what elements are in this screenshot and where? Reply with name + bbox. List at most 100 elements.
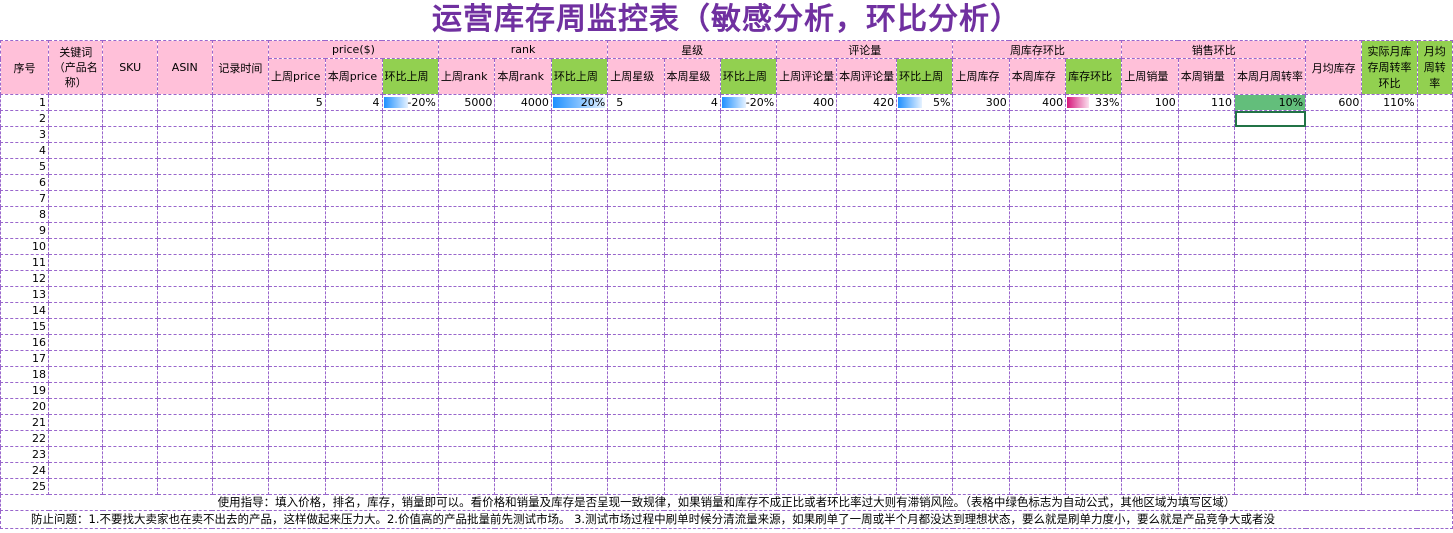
cell[interactable]	[268, 478, 326, 495]
cell[interactable]	[1121, 190, 1179, 207]
cell[interactable]	[494, 334, 552, 351]
cell[interactable]	[1008, 286, 1067, 303]
cell[interactable]	[437, 414, 496, 431]
cell[interactable]	[1121, 238, 1179, 255]
cell[interactable]	[1361, 238, 1418, 255]
cell[interactable]	[494, 286, 552, 303]
cell[interactable]	[1416, 478, 1453, 495]
cell[interactable]	[494, 478, 552, 495]
cell[interactable]	[437, 190, 496, 207]
cell-review-ratio[interactable]: 5%	[896, 94, 954, 111]
cell[interactable]	[1361, 350, 1418, 367]
cell[interactable]	[663, 126, 721, 143]
cell[interactable]	[550, 270, 609, 287]
cell[interactable]	[1008, 414, 1067, 431]
cell[interactable]	[1065, 142, 1123, 159]
cell[interactable]	[896, 142, 954, 159]
header-rank-ratio[interactable]: 环比上周	[550, 58, 609, 95]
cell[interactable]	[952, 350, 1010, 367]
cell[interactable]	[156, 238, 213, 255]
cell[interactable]	[156, 334, 213, 351]
cell[interactable]	[102, 366, 158, 383]
cell[interactable]	[494, 238, 552, 255]
cell[interactable]	[48, 414, 104, 431]
cell[interactable]	[952, 334, 1010, 351]
cell[interactable]	[437, 366, 496, 383]
header-sku[interactable]: SKU	[102, 40, 158, 95]
cell[interactable]	[1416, 366, 1453, 383]
cell[interactable]	[1065, 334, 1123, 351]
cell[interactable]	[324, 430, 383, 447]
cell[interactable]	[607, 366, 665, 383]
cell[interactable]	[1234, 190, 1307, 207]
cell[interactable]	[1177, 382, 1236, 399]
cell[interactable]	[381, 430, 439, 447]
cell[interactable]	[268, 286, 326, 303]
cell[interactable]	[268, 254, 326, 271]
cell[interactable]	[48, 302, 104, 319]
cell[interactable]	[663, 462, 721, 479]
cell[interactable]	[1177, 366, 1236, 383]
cell[interactable]	[1065, 462, 1123, 479]
header-this-star[interactable]: 本周星级	[663, 58, 721, 95]
cell[interactable]	[268, 430, 326, 447]
cell[interactable]	[550, 190, 609, 207]
cell[interactable]	[776, 158, 838, 175]
row-number[interactable]: 8	[0, 206, 50, 223]
cell[interactable]	[324, 190, 383, 207]
cell[interactable]	[324, 462, 383, 479]
cell[interactable]	[1361, 158, 1418, 175]
cell[interactable]	[1416, 302, 1453, 319]
cell[interactable]	[1234, 462, 1307, 479]
cell[interactable]	[324, 254, 383, 271]
cell[interactable]	[1177, 190, 1236, 207]
cell[interactable]	[102, 414, 158, 431]
cell[interactable]	[550, 446, 609, 463]
cell[interactable]	[1008, 110, 1067, 127]
cell[interactable]	[1361, 190, 1418, 207]
cell-this-rank[interactable]: 4000	[494, 94, 552, 111]
row-number[interactable]: 5	[0, 158, 50, 175]
cell[interactable]	[1234, 414, 1307, 431]
cell[interactable]	[952, 302, 1010, 319]
cell[interactable]	[1234, 398, 1307, 415]
cell[interactable]	[776, 222, 838, 239]
cell[interactable]	[550, 174, 609, 191]
cell[interactable]	[48, 126, 104, 143]
cell[interactable]	[381, 174, 439, 191]
cell[interactable]	[663, 302, 721, 319]
cell[interactable]	[1361, 382, 1418, 399]
row-number[interactable]: 20	[0, 398, 50, 415]
cell[interactable]	[268, 414, 326, 431]
cell[interactable]	[1416, 398, 1453, 415]
cell[interactable]	[211, 478, 270, 495]
cell[interactable]	[607, 478, 665, 495]
cell[interactable]	[211, 318, 270, 335]
cell[interactable]	[48, 94, 104, 111]
cell[interactable]	[1177, 270, 1236, 287]
cell[interactable]	[836, 190, 898, 207]
cell[interactable]	[1305, 318, 1363, 335]
cell[interactable]	[836, 478, 898, 495]
cell[interactable]	[437, 478, 496, 495]
cell[interactable]	[952, 270, 1010, 287]
cell[interactable]	[776, 414, 838, 431]
cell[interactable]	[324, 414, 383, 431]
cell[interactable]	[1065, 110, 1123, 127]
cell[interactable]	[1416, 334, 1453, 351]
row-number[interactable]: 23	[0, 446, 50, 463]
cell[interactable]	[437, 462, 496, 479]
cell[interactable]	[268, 366, 326, 383]
cell[interactable]	[1234, 318, 1307, 335]
cell[interactable]	[719, 222, 778, 239]
cell-monthly-stock[interactable]: 600	[1305, 94, 1363, 111]
cell[interactable]	[1361, 270, 1418, 287]
cell[interactable]	[550, 398, 609, 415]
cell[interactable]	[1177, 414, 1236, 431]
row-number[interactable]: 19	[0, 382, 50, 399]
cell[interactable]	[437, 382, 496, 399]
cell[interactable]	[1121, 302, 1179, 319]
cell[interactable]	[268, 302, 326, 319]
cell[interactable]	[48, 238, 104, 255]
cell[interactable]	[211, 222, 270, 239]
